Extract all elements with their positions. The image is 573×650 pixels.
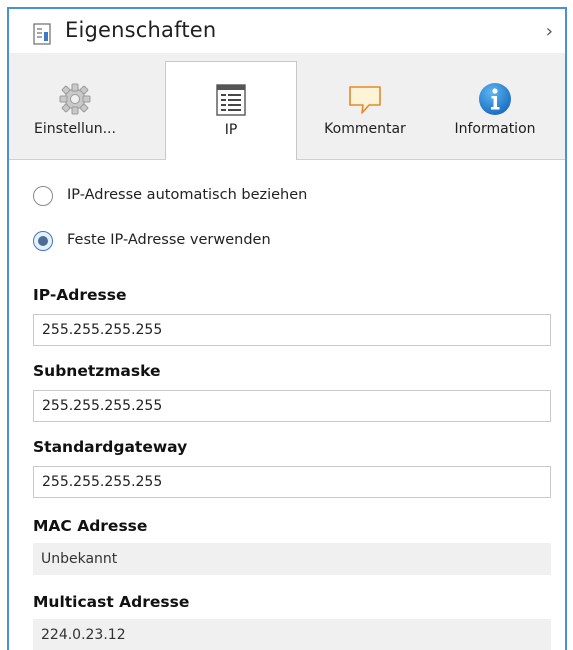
tab-ip[interactable]: IP bbox=[165, 61, 297, 160]
radio-button-checked[interactable] bbox=[33, 231, 53, 251]
ip-address-input[interactable]: 255.255.255.255 bbox=[33, 314, 551, 346]
mac-address-label: MAC Adresse bbox=[33, 517, 148, 535]
radio-fixed-ip[interactable]: Feste IP-Adresse verwenden bbox=[33, 230, 333, 256]
tab-kommentar[interactable]: Kommentar bbox=[299, 61, 431, 159]
gear-icon bbox=[59, 83, 91, 115]
ip-address-label: IP-Adresse bbox=[33, 286, 127, 304]
tab-label: Kommentar bbox=[324, 121, 406, 137]
panel-title: Eigenschaften bbox=[65, 18, 217, 42]
radio-label: Feste IP-Adresse verwenden bbox=[67, 232, 271, 248]
radio-label: IP-Adresse automatisch beziehen bbox=[67, 187, 308, 203]
multicast-address-label: Multicast Adresse bbox=[33, 593, 190, 611]
ip-list-icon bbox=[216, 84, 246, 116]
mac-address-value: Unbekannt bbox=[33, 543, 551, 575]
properties-document-icon bbox=[33, 23, 51, 45]
subnet-mask-label: Subnetzmaske bbox=[33, 362, 161, 380]
chevron-right-icon[interactable]: › bbox=[546, 21, 553, 42]
gateway-label: Standardgateway bbox=[33, 438, 188, 456]
tab-label: Information bbox=[454, 121, 536, 137]
subnet-mask-input[interactable]: 255.255.255.255 bbox=[33, 390, 551, 422]
tab-label: IP bbox=[224, 122, 238, 138]
properties-panel: Eigenschaften › Einstellun... IP Komment… bbox=[7, 7, 567, 650]
gateway-input[interactable]: 255.255.255.255 bbox=[33, 466, 551, 498]
comment-icon bbox=[349, 86, 381, 114]
ip-settings-content: IP-Adresse automatisch beziehen Feste IP… bbox=[9, 160, 565, 650]
radio-button[interactable] bbox=[33, 186, 53, 206]
info-icon bbox=[479, 83, 511, 115]
panel-header: Eigenschaften › bbox=[9, 9, 565, 53]
tab-information[interactable]: Information bbox=[429, 61, 561, 159]
tab-bar: Einstellun... IP Kommentar Information bbox=[9, 53, 565, 160]
tab-label: Einstellun... bbox=[34, 121, 116, 137]
multicast-address-value: 224.0.23.12 bbox=[33, 619, 551, 650]
tab-einstellungen[interactable]: Einstellun... bbox=[9, 61, 141, 159]
radio-automatic-ip[interactable]: IP-Adresse automatisch beziehen bbox=[33, 185, 373, 211]
